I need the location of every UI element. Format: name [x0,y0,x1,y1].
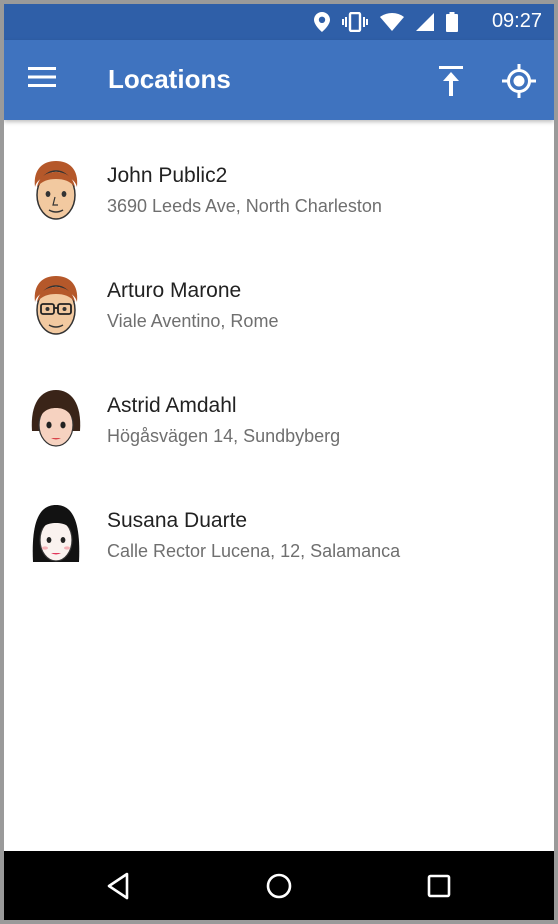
woman-brown-hair-avatar-icon [31,390,81,447]
recents-button[interactable] [422,869,456,903]
recents-icon [427,874,451,898]
location-name: Susana Duarte [107,509,248,532]
phone-screen: 09:27 Locations John Public2 3690 Leeds … [4,4,554,920]
signal-icon [416,13,434,31]
hamburger-menu-icon [28,67,56,87]
upload-icon [439,66,463,96]
location-address: Högåsvägen 14, Sundbyberg [107,426,341,446]
page-title: Locations [108,64,231,94]
upload-button[interactable] [436,64,466,98]
man-glasses-avatar-icon [34,276,78,335]
location-name: John Public2 [107,164,228,187]
my-location-button[interactable] [502,64,536,98]
system-navigation-bar [4,851,554,920]
locations-list: John Public2 3690 Leeds Ave, North Charl… [4,120,554,580]
location-name: Astrid Amdahl [107,394,237,417]
location-item[interactable]: Susana Duarte Calle Rector Lucena, 12, S… [4,465,554,580]
location-item[interactable]: John Public2 3690 Leeds Ave, North Charl… [4,120,554,235]
location-address: Viale Aventino, Rome [107,311,279,331]
status-time: 09:27 [491,10,542,32]
home-icon [266,873,292,899]
my-location-icon [502,64,536,98]
status-icons [314,12,458,32]
location-address: 3690 Leeds Ave, North Charleston [107,196,382,216]
location-item[interactable]: Arturo Marone Viale Aventino, Rome [4,235,554,350]
app-bar: Locations [4,40,554,120]
home-button[interactable] [262,869,296,903]
battery-icon [446,12,458,32]
woman-black-hair-avatar-icon [32,505,80,562]
vibrate-icon [342,12,368,32]
location-pin-icon [314,12,330,32]
location-name: Arturo Marone [107,279,242,302]
menu-button[interactable] [28,66,58,92]
location-item[interactable]: Astrid Amdahl Högåsvägen 14, Sundbyberg [4,350,554,465]
status-bar: 09:27 [4,4,554,40]
wifi-icon [380,13,404,31]
back-button[interactable] [103,869,137,903]
man-orange-hair-avatar-icon [34,161,78,220]
location-address: Calle Rector Lucena, 12, Salamanca [107,541,401,561]
back-icon [107,872,129,900]
